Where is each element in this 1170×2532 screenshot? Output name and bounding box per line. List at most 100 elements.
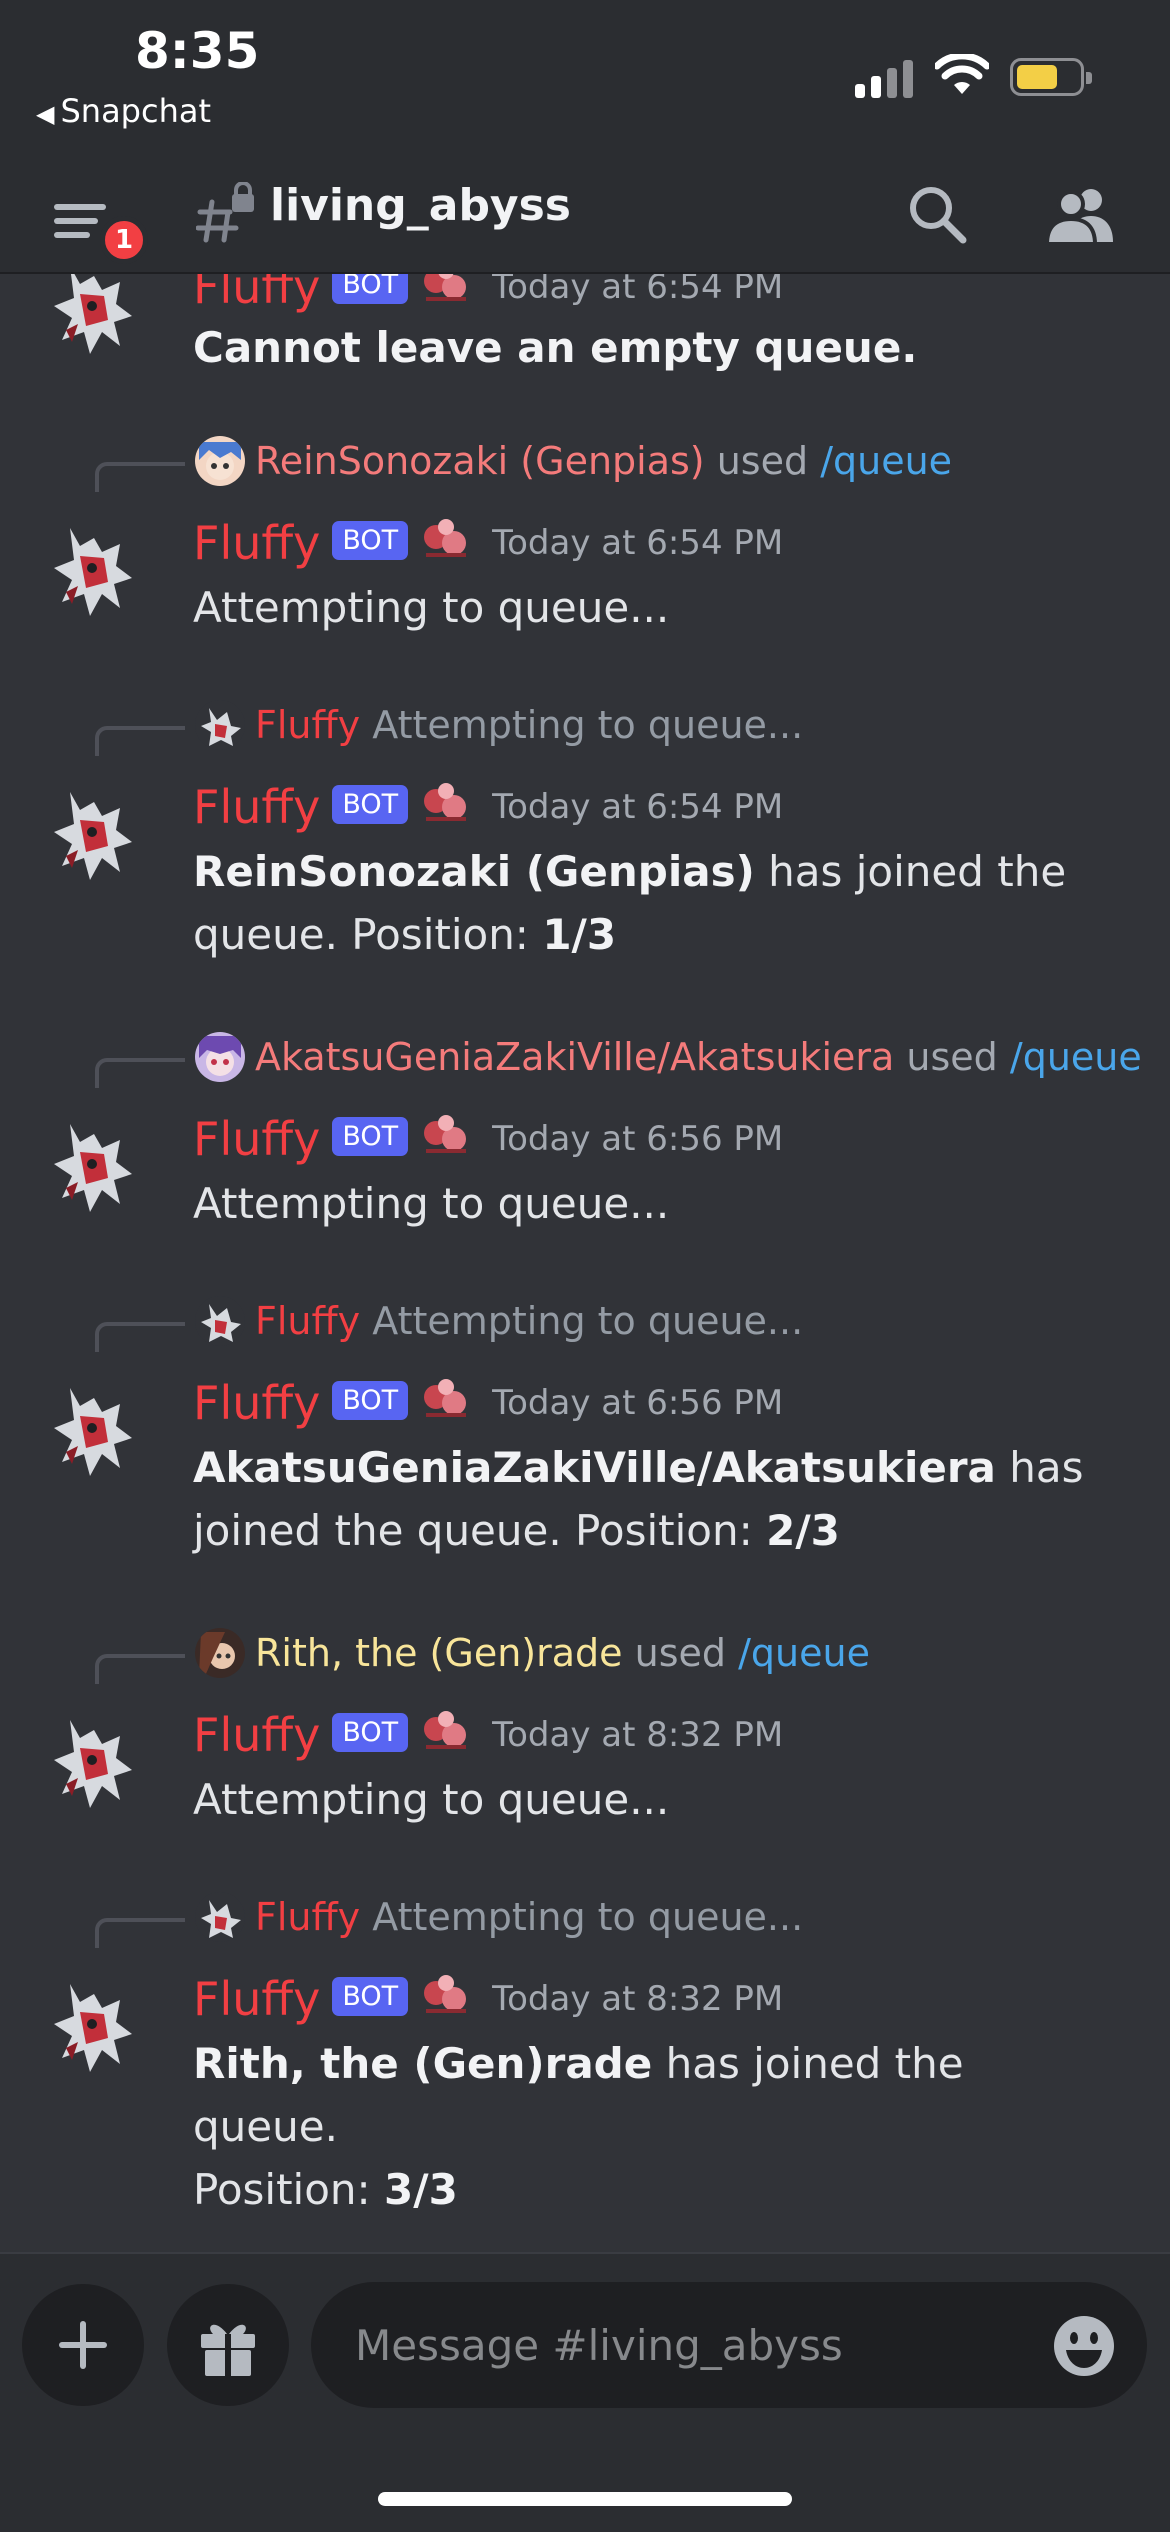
timestamp: Today at 6:54 PM (492, 787, 784, 827)
message-text: Attempting to queue... (193, 1179, 670, 1228)
back-app-label: Snapchat (60, 92, 212, 130)
attach-button[interactable] (22, 2284, 144, 2406)
message-input[interactable] (311, 2282, 1147, 2408)
members-icon[interactable] (1045, 182, 1119, 248)
author-name[interactable]: Fluffy (193, 516, 320, 570)
role-icon (420, 515, 472, 565)
message-text: Cannot leave an empty queue. (193, 323, 918, 372)
back-triangle-icon: ◀ (36, 100, 55, 128)
reply-reference[interactable]: Rith, the (Gen)rade used /queue (195, 1626, 870, 1680)
role-icon (420, 274, 472, 309)
message: ReinSonozaki (Genpias) used /queue Fluff… (0, 434, 1170, 674)
user-avatar (195, 435, 245, 486)
reply-reference[interactable]: AkatsuGeniaZakiVille/Akatsukiera used /q… (195, 1030, 1142, 1084)
author-name[interactable]: Fluffy (193, 1376, 320, 1430)
role-icon (420, 1111, 472, 1161)
menu-button[interactable]: 1 (54, 188, 150, 264)
reply-preview: Attempting to queue... (372, 1895, 804, 1939)
fluffy-avatar[interactable] (50, 1382, 140, 1482)
channel-header: 1 living_abyss (0, 160, 1170, 274)
bold-username: Rith, the (Gen)rade (193, 2039, 653, 2088)
home-indicator[interactable] (378, 2492, 792, 2506)
reply-user[interactable]: ReinSonozaki (Genpias) (255, 439, 705, 483)
message: Fluffy Attempting to queue... Fluffy BOT T… (0, 1294, 1170, 1574)
message-text: Rith, the (Gen)rade has joined the queue… (193, 2039, 964, 2214)
slash-command[interactable]: /queue (820, 439, 952, 483)
reply-user[interactable]: Fluffy (255, 1895, 360, 1939)
message: Fluffy Attempting to queue... Fluffy BOT T… (0, 698, 1170, 978)
role-icon (420, 1707, 472, 1757)
slash-command[interactable]: /queue (1010, 1035, 1142, 1079)
reply-used: used (716, 439, 809, 483)
timestamp: Today at 8:32 PM (492, 1715, 784, 1755)
reply-user[interactable]: Fluffy (255, 1299, 360, 1343)
search-icon[interactable] (905, 182, 971, 248)
role-icon (420, 1971, 472, 2021)
fluffy-avatar[interactable] (50, 522, 140, 622)
timestamp: Today at 6:56 PM (492, 1119, 784, 1159)
reply-reference[interactable]: Fluffy Attempting to queue... (195, 1294, 803, 1348)
role-icon (420, 1375, 472, 1425)
bot-tag: BOT (332, 520, 409, 560)
reply-reference[interactable]: ReinSonozaki (Genpias) used /queue (195, 434, 952, 488)
gift-icon (201, 2324, 255, 2376)
bot-tag: BOT (332, 1116, 409, 1156)
channel-hash-lock-icon (196, 182, 254, 243)
message-list[interactable]: Fluffy BOT Today at 6:54 PM Cannot leave a… (0, 274, 1170, 2252)
fluffy-avatar[interactable] (50, 274, 140, 360)
unread-badge: 1 (100, 216, 148, 264)
user-avatar (195, 1031, 245, 1082)
emoji-icon[interactable] (1052, 2314, 1116, 2378)
reply-user[interactable]: Rith, the (Gen)rade (255, 1631, 623, 1675)
fluffy-avatar[interactable] (50, 786, 140, 886)
reply-reference[interactable]: Fluffy Attempting to queue... (195, 1890, 803, 1944)
author-name[interactable]: Fluffy (193, 274, 320, 314)
role-icon (420, 779, 472, 829)
user-avatar (195, 699, 245, 750)
status-time: 8:35 (135, 22, 260, 80)
bot-tag: BOT (332, 784, 409, 824)
message: Fluffy Attempting to queue... Fluffy BOT T… (0, 1890, 1170, 2214)
timestamp: Today at 6:54 PM (492, 274, 784, 307)
bold-username: ReinSonozaki (Genpias) (193, 847, 755, 896)
author-name[interactable]: Fluffy (193, 1112, 320, 1166)
queue-position: 3/3 (384, 2165, 458, 2214)
timestamp: Today at 6:56 PM (492, 1383, 784, 1423)
channel-name[interactable]: living_abyss (270, 180, 571, 231)
queue-position: 2/3 (766, 1506, 840, 1555)
fluffy-avatar[interactable] (50, 1978, 140, 2078)
bot-tag: BOT (332, 274, 409, 304)
slash-command[interactable]: /queue (738, 1631, 870, 1675)
message-text: AkatsuGeniaZakiVille/Akatsukiera has join… (193, 1443, 1084, 1555)
message-text: Attempting to queue... (193, 583, 670, 632)
timestamp: Today at 8:32 PM (492, 1979, 784, 2019)
message-text: Attempting to queue... (193, 1775, 670, 1824)
reply-used: used (906, 1035, 998, 1079)
bot-tag: BOT (332, 1380, 409, 1420)
reply-preview: Attempting to queue... (372, 1299, 804, 1343)
message-composer (0, 2252, 1170, 2532)
user-avatar (195, 1891, 245, 1942)
plus-icon (59, 2321, 107, 2369)
message: AkatsuGeniaZakiVille/Akatsukiera used /q… (0, 1030, 1170, 1270)
user-avatar (195, 1295, 245, 1346)
timestamp: Today at 6:54 PM (492, 523, 784, 563)
user-avatar (195, 1627, 245, 1678)
reply-user[interactable]: Fluffy (255, 703, 360, 747)
author-name[interactable]: Fluffy (193, 1708, 320, 1762)
fluffy-avatar[interactable] (50, 1714, 140, 1814)
bot-tag: BOT (332, 1976, 409, 2016)
author-name[interactable]: Fluffy (193, 780, 320, 834)
fluffy-avatar[interactable] (50, 1118, 140, 1218)
battery-icon (1010, 58, 1092, 96)
reply-used: used (634, 1631, 726, 1675)
message-text: ReinSonozaki (Genpias) has joined the que… (193, 847, 1067, 959)
wifi-icon (935, 54, 989, 94)
message-partial: Fluffy BOT Today at 6:54 PM Cannot leave a… (0, 274, 1170, 384)
back-to-app-link[interactable]: ◀ Snapchat (36, 92, 211, 130)
author-name[interactable]: Fluffy (193, 1972, 320, 2026)
gift-button[interactable] (167, 2284, 289, 2406)
status-bar: 8:35 ◀ Snapchat (0, 0, 1170, 160)
reply-reference[interactable]: Fluffy Attempting to queue... (195, 698, 803, 752)
reply-user[interactable]: AkatsuGeniaZakiVille/Akatsukiera (255, 1035, 894, 1079)
